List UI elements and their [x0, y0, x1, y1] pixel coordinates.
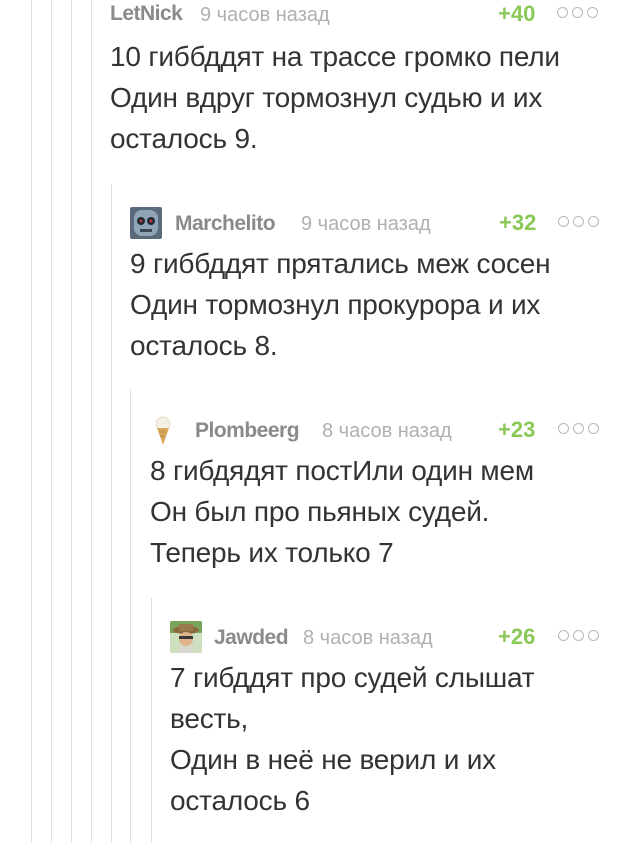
comment-header: Marchelito 9 часов назад +32	[130, 207, 610, 239]
comment-time[interactable]: 9 часов назад	[301, 209, 431, 239]
thread-line	[151, 598, 152, 843]
comment-author[interactable]: Marchelito	[175, 209, 276, 239]
more-options-icon[interactable]	[558, 216, 600, 228]
avatar-icon[interactable]	[150, 414, 178, 448]
thread-line	[71, 0, 72, 843]
thread-line	[111, 184, 112, 843]
comment-time[interactable]: 8 часов назад	[303, 623, 433, 653]
more-options-icon[interactable]	[558, 630, 600, 642]
comment-time[interactable]: 9 часов назад	[200, 0, 330, 30]
comment-line: Один вдруг тормознул судью и их	[110, 82, 543, 113]
comment-rating: +40	[498, 1, 536, 26]
comment-header: Plombeerg 8 часов назад +23	[150, 414, 610, 448]
comment-plombeerg: Plombeerg 8 часов назад +23 8 гибдядят п…	[150, 414, 610, 573]
comment-line: весть,	[170, 703, 249, 734]
more-options-icon[interactable]	[557, 7, 599, 19]
thread-line	[130, 390, 131, 843]
comment-rating: +32	[499, 210, 537, 235]
thread-line	[51, 0, 52, 843]
comment-author[interactable]: Plombeerg	[195, 416, 300, 446]
comment-line: 7 гибддят про судей слышат	[170, 662, 535, 693]
avatar-icon[interactable]	[130, 207, 162, 239]
comment-line: осталось 8.	[130, 330, 278, 361]
comment-rating: +26	[498, 624, 536, 649]
thread-line	[91, 0, 92, 843]
thread-line	[31, 0, 32, 843]
comment-letnick: LetNick 9 часов назад +40 10 гиббддят на…	[110, 0, 630, 159]
avatar-icon[interactable]	[170, 621, 202, 653]
more-options-icon[interactable]	[558, 423, 600, 435]
comment-text: 10 гиббддят на трассе громко пели Один в…	[110, 36, 630, 159]
comment-header: Jawded 8 часов назад +26	[170, 621, 610, 653]
comment-text: 9 гиббддят прятались меж сосен Один торм…	[130, 243, 610, 366]
comment-line: Он был про пьяных судей.	[150, 496, 490, 527]
comment-time[interactable]: 8 часов назад	[322, 416, 452, 446]
comment-rating: +23	[498, 417, 536, 442]
comment-line: Один тормознул прокурора и их	[130, 289, 541, 320]
comment-line: осталось 6	[170, 785, 310, 816]
comment-text: 7 гибддят про судей слышат весть, Один в…	[170, 657, 610, 821]
comment-line: 8 гибдядят постИли один мем	[150, 455, 534, 486]
comment-line: 9 гиббддят прятались меж сосен	[130, 248, 551, 279]
comment-line: Теперь их только 7	[150, 537, 394, 568]
comment-line: осталось 9.	[110, 123, 258, 154]
comment-jawded: Jawded 8 часов назад +26 7 гибддят про с…	[170, 621, 610, 821]
comment-line: Один в неё не верил и их	[170, 744, 496, 775]
comment-text: 8 гибдядят постИли один мем Он был про п…	[150, 450, 610, 573]
comment-author[interactable]: Jawded	[214, 623, 289, 653]
comment-line: 10 гиббддят на трассе громко пели	[110, 41, 560, 72]
comment-header: LetNick 9 часов назад +40	[110, 0, 630, 30]
comment-marchelito: Marchelito 9 часов назад +32 9 гиббддят …	[130, 207, 610, 366]
comment-author[interactable]: LetNick	[110, 0, 183, 29]
